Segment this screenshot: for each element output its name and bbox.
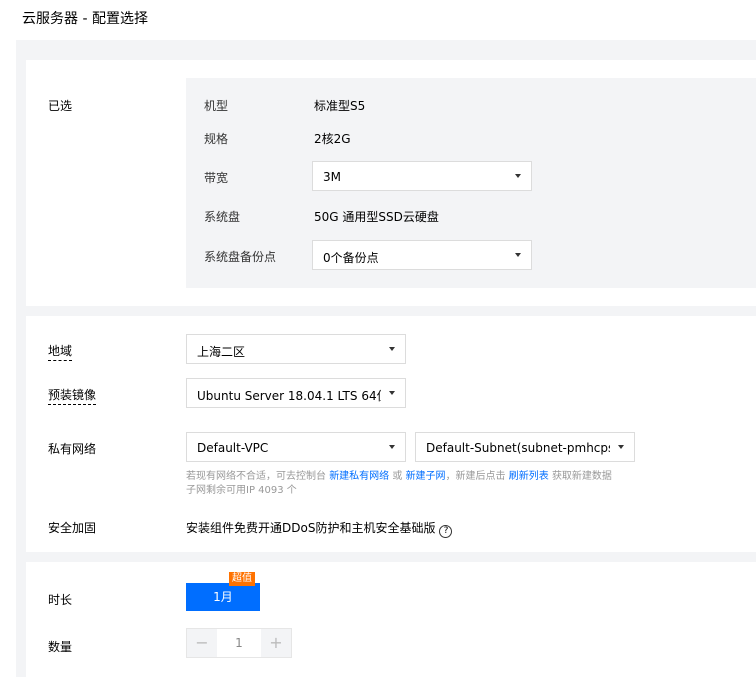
bandwidth-select[interactable]: 3M: [312, 161, 532, 191]
help-icon[interactable]: ?: [439, 525, 453, 538]
chevron-down-icon: [515, 253, 521, 257]
subnet-ip-remaining: 子网剩余可用IP 4093 个: [186, 485, 297, 496]
chevron-down-icon: [389, 445, 395, 449]
region-select[interactable]: 上海二区: [186, 334, 406, 364]
create-vpc-link[interactable]: 新建私有网络: [329, 471, 389, 482]
vpc-select[interactable]: Default-VPC: [186, 432, 406, 462]
image-select[interactable]: Ubuntu Server 18.04.1 LTS 64位: [186, 378, 406, 408]
chevron-down-icon: [515, 174, 521, 178]
duration-option-1-month[interactable]: 1月: [186, 583, 260, 611]
instance-type-value: 标准型S5: [314, 99, 366, 113]
region-label-wrap: 地域: [48, 342, 73, 361]
image-label-wrap: 预装镜像: [48, 386, 97, 405]
create-subnet-link[interactable]: 新建子网: [406, 471, 446, 482]
quantity-decrement-button[interactable]: −: [187, 629, 217, 657]
hint-text-2: 或: [392, 471, 403, 482]
security-label: 安全加固: [48, 521, 97, 535]
network-label: 私有网络: [48, 442, 97, 456]
quantity-stepper: − 1 +: [186, 628, 292, 658]
image-label: 预装镜像: [48, 388, 97, 405]
vpc-select-value: Default-VPC: [197, 441, 269, 455]
purchase-card: [26, 562, 756, 677]
subnet-select-value: Default-Subnet(subnet-pmhcps...: [426, 441, 610, 455]
image-select-value: Ubuntu Server 18.04.1 LTS 64位: [197, 389, 381, 403]
hint-text-3: ，新建后点击: [445, 471, 506, 482]
backup-select-value: 0个备份点: [323, 251, 379, 265]
quantity-increment-button[interactable]: +: [261, 629, 291, 657]
backup-select[interactable]: 0个备份点: [312, 240, 532, 270]
page-title: 云服务器 - 配置选择: [22, 11, 148, 27]
backup-key: 系统盘备份点: [204, 250, 277, 264]
duration-label: 时长: [48, 593, 73, 607]
hint-text-4: 获取新建数据: [551, 471, 612, 482]
value-badge: 超值: [229, 572, 255, 586]
subnet-select[interactable]: Default-Subnet(subnet-pmhcps...: [415, 432, 635, 462]
bandwidth-select-value: 3M: [323, 170, 341, 184]
spec-key: 规格: [204, 132, 229, 146]
hint-text-1: 若现有网络不合适，可去控制台: [186, 471, 326, 482]
security-text: 安装组件免费开通DDoS防护和主机安全基础版: [186, 521, 436, 535]
chevron-down-icon: [389, 347, 395, 351]
refresh-list-link[interactable]: 刷新列表: [509, 471, 549, 482]
bandwidth-key: 带宽: [204, 171, 229, 185]
quantity-label: 数量: [48, 640, 73, 654]
chevron-down-icon: [618, 445, 624, 449]
region-select-value: 上海二区: [197, 345, 246, 359]
system-disk-value: 50G 通用型SSD云硬盘: [314, 210, 439, 224]
quantity-input[interactable]: 1: [217, 629, 261, 657]
network-hint: 若现有网络不合适，可去控制台 新建私有网络 或 新建子网，新建后点击 刷新列表 …: [186, 470, 646, 498]
security-option: 安装组件免费开通DDoS防护和主机安全基础版?: [186, 519, 453, 538]
chevron-down-icon: [389, 391, 395, 395]
spec-value: 2核2G: [314, 132, 351, 146]
instance-type-key: 机型: [204, 99, 229, 113]
system-disk-key: 系统盘: [204, 210, 241, 224]
region-label: 地域: [48, 344, 73, 361]
selected-label: 已选: [48, 99, 73, 113]
